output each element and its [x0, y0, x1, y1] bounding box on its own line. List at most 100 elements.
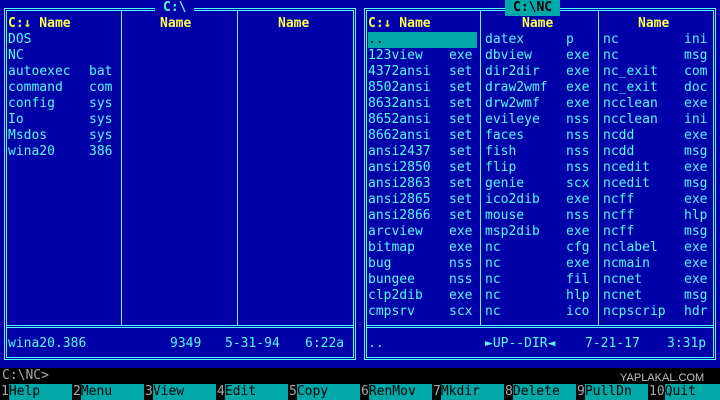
file-extension[interactable]: set: [449, 64, 472, 80]
file-name[interactable]: arcview: [368, 224, 423, 240]
fkey-help[interactable]: 1 Help: [0, 384, 72, 400]
file-extension[interactable]: sys: [89, 128, 112, 144]
file-extension[interactable]: msg: [684, 176, 707, 192]
right-col-header-3[interactable]: Name: [638, 16, 669, 32]
file-extension[interactable]: sys: [89, 96, 112, 112]
right-col-header-2[interactable]: Name: [522, 16, 553, 32]
file-extension[interactable]: scx: [566, 176, 589, 192]
file-name[interactable]: ..: [368, 32, 477, 48]
file-extension[interactable]: sys: [89, 112, 112, 128]
file-name[interactable]: NC: [8, 48, 24, 64]
file-extension[interactable]: hlp: [566, 288, 589, 304]
file-extension[interactable]: set: [449, 144, 472, 160]
left-panel[interactable]: C:\ C:↓ Name Name Name DOS NC autoexec bat c…: [0, 0, 360, 368]
file-extension[interactable]: nss: [566, 112, 589, 128]
file-extension[interactable]: exe: [684, 272, 707, 288]
file-name[interactable]: mouse: [485, 208, 524, 224]
file-extension[interactable]: exe: [684, 192, 707, 208]
file-extension[interactable]: nss: [566, 128, 589, 144]
file-extension[interactable]: msg: [684, 48, 707, 64]
file-extension[interactable]: exe: [449, 48, 472, 64]
file-extension[interactable]: hlp: [684, 208, 707, 224]
file-name[interactable]: drw2wmf: [485, 96, 540, 112]
file-name[interactable]: ncpscrip: [603, 304, 666, 320]
file-name[interactable]: datex: [485, 32, 524, 48]
file-extension[interactable]: set: [449, 80, 472, 96]
file-extension[interactable]: exe: [449, 288, 472, 304]
file-name[interactable]: ncff: [603, 224, 634, 240]
file-name[interactable]: 123view: [368, 48, 423, 64]
file-name[interactable]: ncedit: [603, 176, 650, 192]
file-extension[interactable]: fil: [566, 272, 589, 288]
file-name[interactable]: command: [8, 80, 63, 96]
file-name[interactable]: wina20: [8, 144, 55, 160]
file-extension[interactable]: set: [449, 192, 472, 208]
file-name[interactable]: faces: [485, 128, 524, 144]
file-name[interactable]: flip: [485, 160, 516, 176]
fkey-edit[interactable]: 4 Edit: [216, 384, 288, 400]
file-name[interactable]: 8652ansi: [368, 112, 431, 128]
file-extension[interactable]: com: [684, 64, 707, 80]
fkey-delete[interactable]: 8 Delete: [504, 384, 576, 400]
file-extension[interactable]: nss: [449, 256, 472, 272]
file-name[interactable]: cmpsrv: [368, 304, 415, 320]
file-extension[interactable]: bat: [89, 64, 112, 80]
file-extension[interactable]: exe: [566, 256, 589, 272]
file-extension[interactable]: exe: [449, 224, 472, 240]
file-extension[interactable]: p: [566, 32, 574, 48]
file-name[interactable]: clp2dib: [368, 288, 423, 304]
file-extension[interactable]: ico: [566, 304, 589, 320]
file-name[interactable]: nc_exit: [603, 80, 658, 96]
file-name[interactable]: bungee: [368, 272, 415, 288]
file-name[interactable]: 8632ansi: [368, 96, 431, 112]
file-name[interactable]: msp2dib: [485, 224, 540, 240]
file-name[interactable]: ncnet: [603, 288, 642, 304]
file-name[interactable]: ncclean: [603, 96, 658, 112]
file-name[interactable]: bug: [368, 256, 391, 272]
file-name[interactable]: autoexec: [8, 64, 71, 80]
file-name[interactable]: ansi2866: [368, 208, 431, 224]
file-name[interactable]: ncclean: [603, 112, 658, 128]
file-name[interactable]: ansi2863: [368, 176, 431, 192]
file-name[interactable]: bitmap: [368, 240, 415, 256]
file-extension[interactable]: exe: [684, 96, 707, 112]
file-name[interactable]: ansi2850: [368, 160, 431, 176]
file-name[interactable]: ncmain: [603, 256, 650, 272]
fkey-pulldn[interactable]: 9 PullDn: [576, 384, 648, 400]
fkey-menu[interactable]: 2 Menu: [72, 384, 144, 400]
file-extension[interactable]: set: [449, 160, 472, 176]
file-extension[interactable]: set: [449, 208, 472, 224]
left-col-header-1[interactable]: C:↓ Name: [8, 16, 71, 32]
file-extension[interactable]: exe: [684, 160, 707, 176]
file-extension[interactable]: set: [449, 176, 472, 192]
file-name[interactable]: nc: [485, 304, 501, 320]
file-extension[interactable]: msg: [684, 224, 707, 240]
file-extension[interactable]: doc: [684, 80, 707, 96]
file-name[interactable]: nc_exit: [603, 64, 658, 80]
file-extension[interactable]: set: [449, 96, 472, 112]
file-extension[interactable]: ini: [684, 112, 707, 128]
file-name[interactable]: genie: [485, 176, 524, 192]
left-col-header-3[interactable]: Name: [278, 16, 309, 32]
fkey-quit[interactable]: 10 Quit: [648, 384, 720, 400]
file-extension[interactable]: 386: [89, 144, 112, 160]
file-name[interactable]: ansi2865: [368, 192, 431, 208]
file-name[interactable]: 8662ansi: [368, 128, 431, 144]
file-name[interactable]: nc: [603, 48, 619, 64]
file-name[interactable]: ncff: [603, 208, 634, 224]
fkey-renmov[interactable]: 6 RenMov: [360, 384, 432, 400]
file-extension[interactable]: com: [89, 80, 112, 96]
file-name[interactable]: config: [8, 96, 55, 112]
file-name[interactable]: ncdd: [603, 144, 634, 160]
file-name[interactable]: DOS: [8, 32, 31, 48]
file-extension[interactable]: ini: [684, 32, 707, 48]
command-line[interactable]: C:\NC>: [0, 368, 720, 384]
file-name[interactable]: Io: [8, 112, 24, 128]
file-name[interactable]: 8502ansi: [368, 80, 431, 96]
fkey-view[interactable]: 3 View: [144, 384, 216, 400]
file-name[interactable]: ncff: [603, 192, 634, 208]
fkey-mkdir[interactable]: 7 Mkdir: [432, 384, 504, 400]
file-name[interactable]: ico2dib: [485, 192, 540, 208]
file-extension[interactable]: set: [449, 128, 472, 144]
right-panel[interactable]: C:\NC C:↓ Name Name Name .. 123view exe 437…: [360, 0, 720, 368]
